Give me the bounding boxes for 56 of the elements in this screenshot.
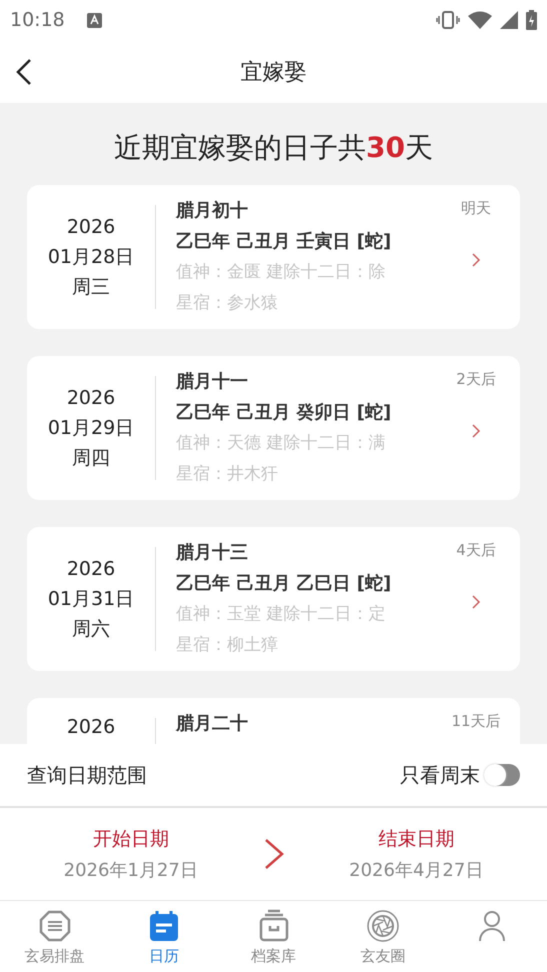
- summary-text: 近期宜嫁娶的日子共30天: [114, 130, 433, 166]
- weekday-text: 周四: [72, 446, 110, 471]
- day-card[interactable]: 2026 腊月二十 11天后: [27, 698, 520, 744]
- chevron-icon: [471, 594, 481, 610]
- nav-tab[interactable]: 玄易排盘: [0, 901, 110, 972]
- vibrate-icon: [436, 11, 460, 29]
- day-card[interactable]: 2026 01月31日 周六 腊月十三 乙巳年 己丑月 乙巳日 [蛇] 值神：玉堂 建除十二日：定 星宿：柳土獐 4天后: [27, 527, 520, 671]
- lunar-date: 腊月二十: [176, 712, 249, 736]
- weekday-text: 周三: [72, 275, 110, 300]
- duty-text: 值神：金匮 建除十二日：除: [176, 261, 386, 284]
- duty-text: 值神：玉堂 建除十二日：定: [176, 603, 386, 626]
- year-text: 2026: [66, 715, 116, 740]
- battery-icon: [526, 10, 537, 30]
- day-card[interactable]: 2026 01月29日 周四 腊月十一 乙巳年 己丑月 癸卯日 [蛇] 值神：天德 建除十二日：满 星宿：井木犴 2天后: [27, 356, 520, 500]
- date-text: 01月31日: [48, 587, 134, 612]
- back-icon[interactable]: [14, 58, 34, 86]
- relative-day: 2天后: [456, 370, 496, 389]
- mansion-text: 星宿：柳土獐: [176, 634, 279, 657]
- octagon-icon: [38, 909, 72, 943]
- weekday-text: 周六: [72, 617, 110, 642]
- ganzhi-text: 乙巳年 己丑月 癸卯日 [蛇]: [176, 401, 392, 425]
- filter-label: 查询日期范围: [27, 762, 147, 788]
- aperture-icon: [366, 909, 400, 943]
- relative-day: 4天后: [456, 541, 496, 560]
- lunar-date: 腊月初十: [176, 199, 249, 223]
- ganzhi-text: 乙巳年 己丑月 壬寅日 [蛇]: [176, 230, 392, 254]
- duty-text: 值神：天德 建除十二日：满: [176, 432, 386, 455]
- signal-icon: [500, 11, 518, 29]
- nav-tab[interactable]: 玄友圈: [328, 901, 438, 972]
- relative-day: 明天: [461, 199, 491, 218]
- relative-day: 11天后: [451, 712, 501, 731]
- year-text: 2026: [66, 386, 116, 411]
- ganzhi-text: 乙巳年 己丑月 乙巳日 [蛇]: [176, 572, 392, 596]
- keyboard-icon: [86, 12, 102, 28]
- lunar-date: 腊月十三: [176, 541, 249, 565]
- date-text: 01月29日: [48, 416, 134, 441]
- chevron-icon: [471, 252, 481, 268]
- year-text: 2026: [66, 215, 116, 240]
- date-text: 01月28日: [48, 245, 134, 270]
- lunar-date: 腊月十一: [176, 370, 249, 394]
- end-date-label: 结束日期: [378, 827, 454, 852]
- page-title: 宜嫁娶: [240, 58, 306, 86]
- start-date-label: 开始日期: [92, 827, 169, 852]
- status-time: 10:18: [10, 9, 65, 31]
- nav-tab[interactable]: 档案库: [218, 901, 328, 972]
- day-card[interactable]: 2026 01月28日 周三 腊月初十 乙巳年 己丑月 壬寅日 [蛇] 值神：金匮 建除十二日：除 星宿：参水猿 明天: [27, 185, 520, 329]
- weekend-label: 只看周末: [400, 762, 480, 788]
- nav-tab[interactable]: 日历: [109, 901, 219, 972]
- chevron-icon: [471, 423, 481, 439]
- year-text: 2026: [66, 557, 116, 582]
- wifi-icon: [468, 11, 492, 29]
- mansion-text: 星宿：井木犴: [176, 463, 279, 486]
- mansion-text: 星宿：参水猿: [176, 292, 279, 315]
- weekend-toggle[interactable]: [484, 764, 520, 786]
- start-date-value[interactable]: 2026年1月27日: [64, 858, 198, 882]
- end-date-value[interactable]: 2026年4月27日: [349, 858, 484, 882]
